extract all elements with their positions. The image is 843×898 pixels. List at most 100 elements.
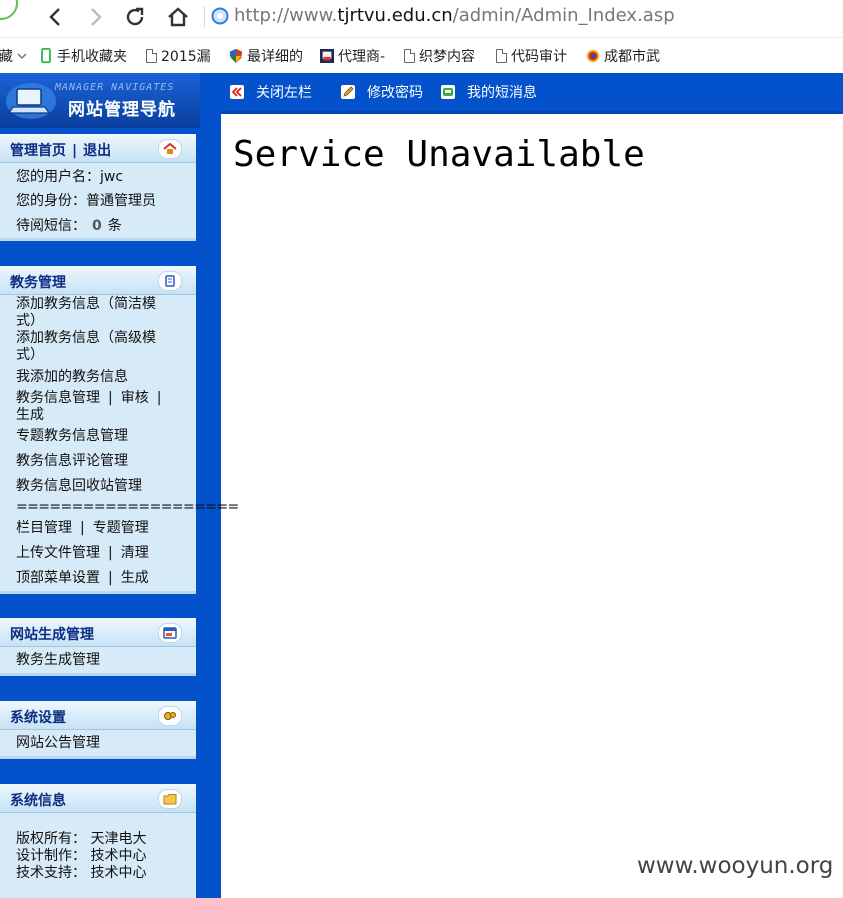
site-favicon-icon <box>320 49 334 63</box>
url-domain: tjrtvu.edu.cn <box>337 5 453 26</box>
panel-bottom-border <box>0 673 196 676</box>
globe-icon <box>211 7 229 25</box>
unread-count: 0 <box>92 218 102 234</box>
clean-link[interactable]: 清理 <box>121 545 149 561</box>
document-icon <box>158 271 182 291</box>
separator: | <box>108 390 113 406</box>
panel-bottom-border <box>0 591 196 594</box>
laptop-logo-icon <box>6 83 56 119</box>
upload-manage-row: 上传文件管理 | 清理 <box>16 545 188 562</box>
bookmarks-bar: 藏 手机收藏夹 2015漏 最详细的 代理商- 织梦内容 代码审计 成都市武 <box>0 37 843 74</box>
generate-menu-link[interactable]: 生成 <box>121 570 149 586</box>
panel-header: 管理首页 | 退出 <box>0 134 196 163</box>
pencil-icon <box>341 85 355 99</box>
separator: | <box>108 545 113 561</box>
bookmark-code-audit[interactable]: 代码审计 <box>496 46 567 66</box>
close-left-label: 关闭左栏 <box>256 85 312 101</box>
username-text: 您的用户名：jwc <box>16 169 124 185</box>
generate-link[interactable]: 生成 <box>16 407 188 424</box>
separator: | <box>108 570 113 586</box>
topic-info-link[interactable]: 专题教务信息管理 <box>16 428 188 445</box>
info-manage-link[interactable]: 教务信息管理 <box>16 390 100 406</box>
phone-icon <box>41 48 51 64</box>
emblem-icon <box>586 49 600 63</box>
upload-manage-link[interactable]: 上传文件管理 <box>16 545 100 561</box>
bookmark-folder[interactable]: 藏 <box>0 46 28 66</box>
panel-header: 系统设置 <box>0 701 196 730</box>
system-info-title: 系统信息 <box>10 793 66 809</box>
unread-messages[interactable]: 待阅短信： 0 条 <box>16 218 188 235</box>
site-gen-title: 网站生成管理 <box>10 627 94 643</box>
home-icon <box>168 7 188 27</box>
close-left-button[interactable]: 关闭左栏 <box>230 82 312 102</box>
separator: | <box>156 390 162 406</box>
page-icon <box>496 49 507 63</box>
announcement-link[interactable]: 网站公告管理 <box>16 735 188 752</box>
topic-manage-link[interactable]: 专题管理 <box>93 520 149 536</box>
admin-home-link[interactable]: 管理首页 <box>10 143 66 159</box>
settings-panel: 系统设置 网站公告管理 <box>0 701 196 759</box>
academic-gen-link[interactable]: 教务生成管理 <box>16 652 188 669</box>
bookmark-chengdu[interactable]: 成都市武 <box>586 46 660 66</box>
academic-panel: 教务管理 添加教务信息（简洁模式） 添加教务信息（高级模式） 我添加的教务信息 … <box>0 266 239 594</box>
change-password-label: 修改密码 <box>367 85 423 101</box>
support-value: 技术中心 <box>90 865 147 881</box>
add-info-advanced-link[interactable]: 添加教务信息（高级模式） <box>16 330 176 364</box>
my-messages-label: 我的短消息 <box>467 85 537 101</box>
gears-icon <box>158 706 182 726</box>
bookmark-label: 成都市武 <box>604 49 660 65</box>
bookmark-label: 藏 <box>0 49 13 65</box>
url-prefix: http://www. <box>234 5 338 26</box>
panel-header: 网站生成管理 <box>0 618 196 647</box>
column-manage-link[interactable]: 栏目管理 <box>16 520 72 536</box>
reload-button[interactable] <box>122 4 148 30</box>
home-button[interactable] <box>165 4 191 30</box>
double-chevron-left-icon <box>230 85 244 99</box>
logout-link[interactable]: 退出 <box>83 143 111 159</box>
role-text: 您的身份：普通管理员 <box>16 193 156 209</box>
account-panel: 管理首页 | 退出 您的用户名：jwc 您的身份：普通管理员 待阅短信： 0 条 <box>0 134 196 241</box>
reload-icon <box>126 7 144 26</box>
bookmark-label: 织梦内容 <box>419 49 475 65</box>
shield-icon <box>229 49 243 63</box>
browser-toolbar: http://www.tjrtvu.edu.cn/admin/Admin_Ind… <box>0 0 843 36</box>
add-info-simple-link[interactable]: 添加教务信息（简洁模式） <box>16 296 176 330</box>
bookmark-agent[interactable]: 代理商- <box>320 46 385 66</box>
chevron-down-icon <box>17 53 27 60</box>
design-row: 设计制作： 技术中心 <box>16 848 188 865</box>
academic-title: 教务管理 <box>10 275 66 291</box>
browser-logo-icon <box>0 0 18 20</box>
message-icon <box>441 85 455 99</box>
support-row: 技术支持： 技术中心 <box>16 865 188 882</box>
review-link[interactable]: 审核 <box>121 390 149 406</box>
bookmark-mobile[interactable]: 手机收藏夹 <box>39 46 127 66</box>
back-button[interactable] <box>42 4 68 30</box>
forward-button[interactable] <box>83 4 109 30</box>
top-menu-link[interactable]: 顶部菜单设置 <box>16 570 100 586</box>
settings-title: 系统设置 <box>10 710 66 726</box>
my-messages-button[interactable]: 我的短消息 <box>441 82 537 102</box>
url-path: /admin/Admin_Index.asp <box>452 5 675 26</box>
comments-link[interactable]: 教务信息评论管理 <box>16 453 188 470</box>
change-password-button[interactable]: 修改密码 <box>341 82 423 102</box>
bookmark-label: 2015漏 <box>161 49 211 65</box>
panel-header: 系统信息 <box>0 784 196 813</box>
home-icon <box>158 139 182 159</box>
page-icon <box>146 49 157 63</box>
panel-bottom-border <box>0 756 196 759</box>
back-arrow-icon <box>49 8 60 26</box>
address-bar[interactable]: http://www.tjrtvu.edu.cn/admin/Admin_Ind… <box>234 5 675 27</box>
recycle-bin-link[interactable]: 教务信息回收站管理 <box>16 478 188 495</box>
bookmark-dedecms[interactable]: 织梦内容 <box>404 46 475 66</box>
column-manage-row: 栏目管理 | 专题管理 <box>16 520 188 537</box>
bookmark-2015[interactable]: 2015漏 <box>146 46 211 66</box>
my-info-link[interactable]: 我添加的教务信息 <box>16 369 188 386</box>
forward-arrow-icon <box>91 8 102 26</box>
design-label: 设计制作： <box>16 848 86 864</box>
separator: | <box>80 520 85 536</box>
logo-subtitle: MANAGER NAVIGATES <box>55 82 175 93</box>
divider-text: ==================== <box>16 499 239 515</box>
bookmark-detailed[interactable]: 最详细的 <box>229 46 303 66</box>
support-label: 技术支持： <box>16 865 86 881</box>
info-manage-row: 教务信息管理 | 审核 | <box>16 390 188 407</box>
